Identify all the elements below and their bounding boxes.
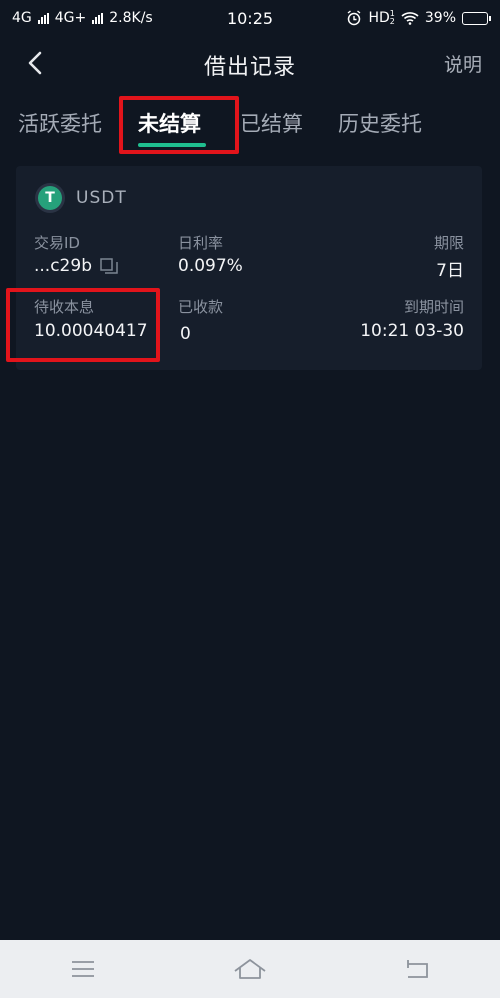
chevron-left-icon bbox=[28, 51, 42, 75]
due-time-value: 10:21 03-30 bbox=[360, 321, 464, 341]
coin-name: USDT bbox=[76, 188, 127, 208]
hd-sub: 2 bbox=[389, 17, 395, 26]
received-label: 已收款 bbox=[178, 298, 224, 316]
tab-highlight-box bbox=[119, 96, 239, 154]
signal-icon bbox=[37, 12, 49, 24]
status-left: 4G 4G+ 2.8K/s bbox=[12, 10, 153, 26]
alarm-icon bbox=[348, 10, 361, 26]
hd-label: HD bbox=[368, 10, 390, 26]
page-title: 借出记录 bbox=[203, 55, 296, 80]
home-icon bbox=[234, 959, 266, 979]
pending-highlight-box bbox=[6, 288, 160, 362]
wifi-icon bbox=[401, 12, 419, 25]
system-nav-bar bbox=[0, 940, 500, 998]
coin-header: T USDT bbox=[38, 186, 127, 210]
usdt-icon: T bbox=[38, 186, 62, 210]
received-value: 0 bbox=[180, 324, 191, 344]
back-icon bbox=[406, 960, 428, 978]
menu-icon bbox=[72, 961, 95, 977]
home-button[interactable] bbox=[230, 954, 270, 984]
help-link[interactable]: 说明 bbox=[444, 50, 482, 77]
tab-history-orders[interactable]: 历史委托 bbox=[338, 96, 422, 150]
status-right: HD 1 2 39% bbox=[346, 10, 491, 27]
back-button[interactable] bbox=[20, 48, 50, 78]
tab-settled[interactable]: 已结算 bbox=[240, 96, 303, 150]
daily-rate-label: 日利率 bbox=[178, 234, 224, 252]
network-speed: 2.8K/s bbox=[109, 10, 153, 26]
network-label-2: 4G+ bbox=[54, 10, 87, 26]
header: 借出记录 说明 bbox=[0, 40, 500, 90]
tab-active-orders[interactable]: 活跃委托 bbox=[18, 96, 102, 150]
copy-icon[interactable] bbox=[100, 258, 118, 274]
hd-indicator: HD 1 2 bbox=[368, 10, 395, 27]
term-value: 7日 bbox=[436, 261, 464, 281]
back-nav-button[interactable] bbox=[397, 954, 437, 984]
trade-id-label: 交易ID bbox=[34, 234, 80, 252]
menu-button[interactable] bbox=[63, 954, 103, 984]
network-label-1: 4G bbox=[12, 10, 32, 26]
signal-icon-2 bbox=[92, 12, 104, 24]
status-bar: 4G 4G+ 2.8K/s 10:25 HD 1 2 39% bbox=[0, 0, 500, 36]
daily-rate-value: 0.097% bbox=[178, 256, 243, 276]
battery-icon bbox=[462, 11, 491, 25]
battery-percent: 39% bbox=[424, 10, 456, 26]
trade-id-value: ...c29b bbox=[34, 256, 92, 276]
tab-bar: 活跃委托 未结算 已结算 历史委托 bbox=[0, 96, 500, 150]
term-label: 期限 bbox=[433, 234, 464, 252]
due-time-label: 到期时间 bbox=[403, 298, 464, 316]
